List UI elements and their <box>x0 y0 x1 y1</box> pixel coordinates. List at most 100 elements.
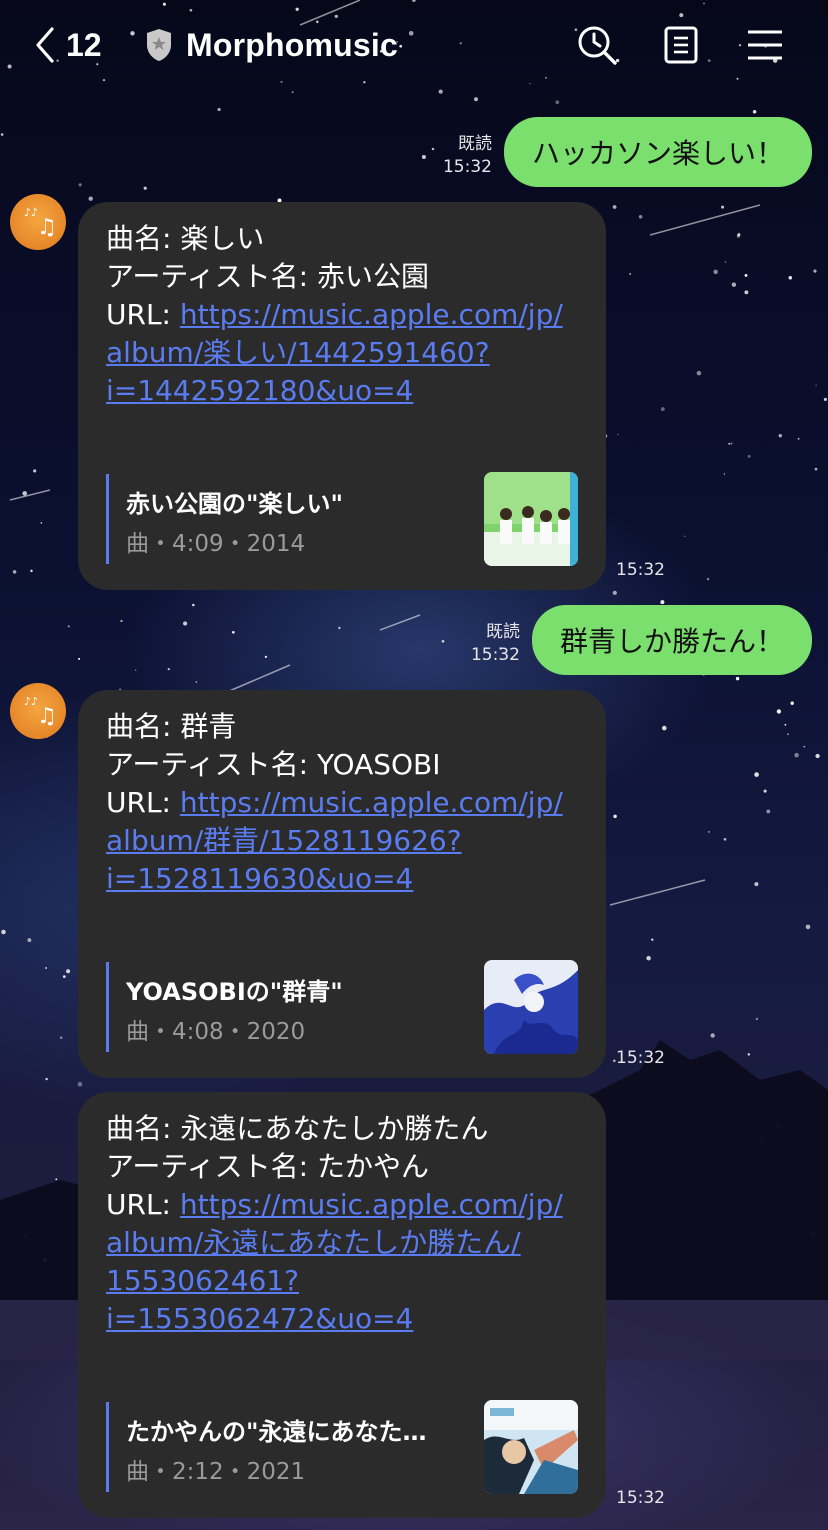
star <box>731 282 737 287</box>
star <box>192 603 195 607</box>
star <box>617 433 619 436</box>
url-link[interactable]: https://music.apple.com/jp/ <box>180 298 563 331</box>
timestamp: 15:32 <box>616 1048 665 1068</box>
back-button[interactable]: 12 <box>32 22 122 68</box>
preview-subtitle: 曲・4:08・2020 <box>126 1019 306 1045</box>
star <box>815 384 817 386</box>
star <box>723 473 726 475</box>
star <box>438 89 443 94</box>
sent-bubble[interactable]: ハッカソン楽しい！ <box>503 117 812 187</box>
star <box>183 621 188 626</box>
preview-accent-bar <box>106 1402 109 1492</box>
chat-title-area[interactable]: Morphomusic <box>144 22 398 68</box>
star <box>33 469 37 473</box>
star <box>660 407 665 412</box>
star <box>66 969 71 974</box>
star <box>747 455 751 458</box>
timestamp: 15:32 <box>616 1488 665 1508</box>
star <box>776 709 782 714</box>
preview-title: YOASOBIの"群青" <box>126 978 343 1006</box>
star <box>723 837 727 841</box>
preview-title: 赤い公園の"楽しい" <box>126 490 344 518</box>
star <box>45 967 48 969</box>
music-note-icon: ♫ ♪♪ <box>24 695 57 729</box>
star <box>728 442 731 445</box>
url-line: URL: https://music.apple.com/jp/ <box>106 296 578 334</box>
album-thumbnail <box>484 960 578 1054</box>
star <box>660 600 665 605</box>
star <box>431 147 435 151</box>
url-link[interactable]: https://music.apple.com/jp/ <box>180 786 563 819</box>
star <box>195 681 198 683</box>
received-bubble[interactable]: 曲名: 群青 アーティスト名: YOASOBI URL: https://mus… <box>78 690 606 1078</box>
star <box>788 276 793 280</box>
notes-icon[interactable] <box>660 24 702 66</box>
link-preview[interactable]: たかやんの"永遠にあなた… 曲・2:12・2021 <box>106 1400 578 1496</box>
url-link[interactable]: i=1553062472&uo=4 <box>106 1300 578 1338</box>
song-name-line: 曲名: 群青 <box>106 710 237 743</box>
star <box>744 273 748 277</box>
message-meta: 既読 15:32 <box>471 621 520 667</box>
url-prefix: URL: <box>106 786 180 819</box>
star <box>22 491 28 496</box>
star <box>721 205 725 209</box>
star <box>167 667 170 671</box>
star <box>638 214 643 219</box>
star <box>143 186 147 190</box>
star <box>441 639 445 643</box>
timestamp: 15:32 <box>470 645 520 665</box>
star <box>67 625 70 628</box>
url-link[interactable]: i=1528119630&uo=4 <box>106 860 578 898</box>
url-link[interactable]: album/楽しい/1442591460? <box>106 334 578 372</box>
message-meta: 既読 15:32 <box>443 133 492 179</box>
star <box>12 570 17 574</box>
bot-avatar[interactable]: ♫ ♪♪ <box>10 194 66 250</box>
timestamp: 15:32 <box>616 560 665 580</box>
timestamp: 15:32 <box>442 157 492 177</box>
bot-avatar[interactable]: ♫ ♪♪ <box>10 683 66 739</box>
star <box>797 437 800 440</box>
star <box>30 569 33 573</box>
url-line: URL: https://music.apple.com/jp/ <box>106 1186 578 1224</box>
link-preview[interactable]: YOASOBIの"群青" 曲・4:08・2020 <box>106 960 578 1056</box>
svg-text:♫: ♫ <box>37 704 57 729</box>
star <box>763 789 767 793</box>
star <box>629 273 632 275</box>
url-link[interactable]: 1553062461? <box>106 1262 578 1300</box>
preview-accent-bar <box>106 474 109 564</box>
search-icon[interactable] <box>576 24 618 66</box>
star <box>784 723 787 726</box>
star <box>40 522 43 524</box>
url-link[interactable]: https://music.apple.com/jp/ <box>180 1188 563 1221</box>
star <box>737 233 741 237</box>
star <box>474 97 478 102</box>
star <box>787 733 789 736</box>
svg-text:♫: ♫ <box>37 215 57 240</box>
received-bubble[interactable]: 曲名: 楽しい アーティスト名: 赤い公園 URL: https://music… <box>78 202 606 590</box>
url-link[interactable]: album/群青/1528119626? <box>106 822 578 860</box>
preview-subtitle: 曲・2:12・2021 <box>126 1459 306 1485</box>
star <box>88 196 93 201</box>
album-thumbnail <box>484 1400 578 1494</box>
url-prefix: URL: <box>106 1188 180 1221</box>
menu-icon[interactable] <box>744 24 786 66</box>
star <box>62 975 66 978</box>
star <box>1 929 6 935</box>
url-link[interactable]: album/永遠にあなたしか勝たん/ <box>106 1224 578 1262</box>
svg-text:♪♪: ♪♪ <box>24 206 38 219</box>
star <box>713 269 718 275</box>
svg-text:♪♪: ♪♪ <box>24 695 38 708</box>
artist-line: アーティスト名: YOASOBI <box>106 748 441 781</box>
unread-count: 12 <box>66 26 102 63</box>
received-bubble[interactable]: 曲名: 永遠にあなたしか勝たん アーティスト名: たかやん URL: https… <box>78 1092 606 1518</box>
url-link[interactable]: i=1442592180&uo=4 <box>106 372 578 410</box>
star <box>813 269 817 273</box>
sent-bubble[interactable]: 群青しか勝たん！ <box>531 605 812 675</box>
star <box>706 577 710 581</box>
link-preview[interactable]: 赤い公園の"楽しい" 曲・4:09・2014 <box>106 472 578 568</box>
star <box>555 100 560 105</box>
preview-subtitle: 曲・4:09・2014 <box>126 531 306 557</box>
star <box>27 938 32 943</box>
song-name-line: 曲名: 楽しい <box>106 222 265 255</box>
url-prefix: URL: <box>106 298 180 331</box>
